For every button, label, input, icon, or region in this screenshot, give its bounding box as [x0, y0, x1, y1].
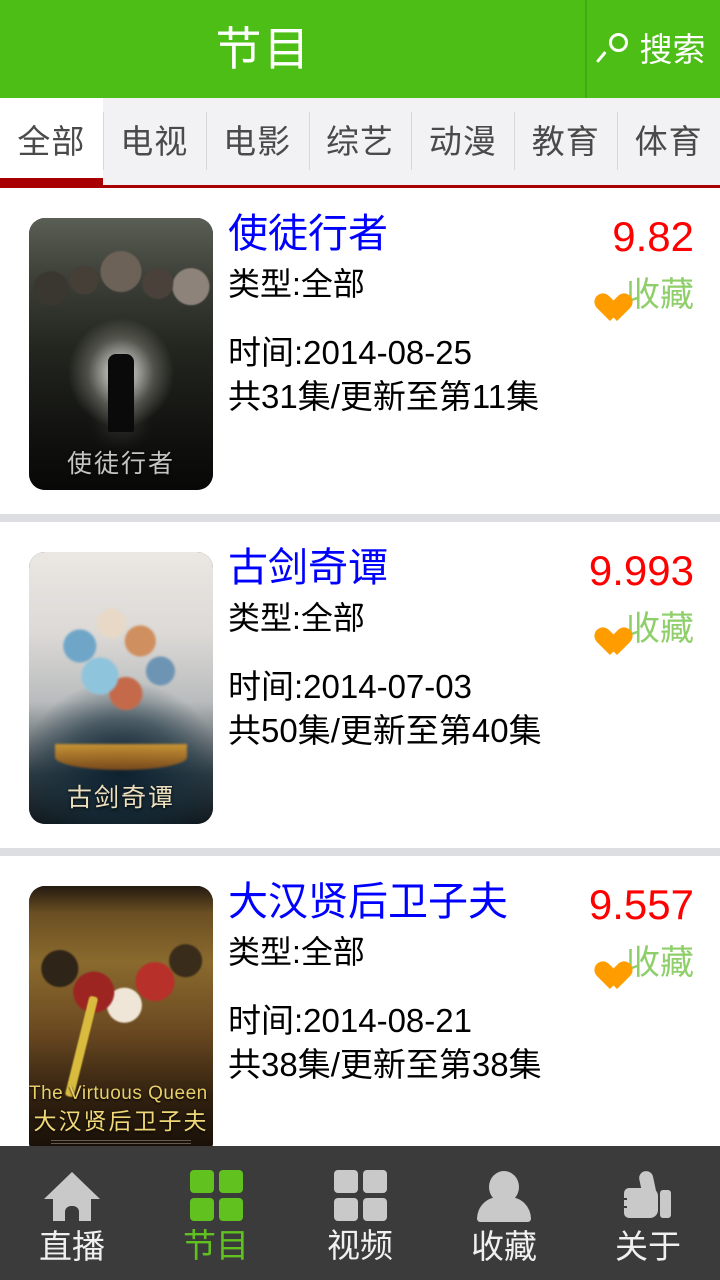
tab-education[interactable]: 教育 [514, 98, 617, 188]
nav-item-label: 直播 [39, 1230, 105, 1263]
grid-icon [190, 1170, 243, 1221]
favorite-button[interactable]: 收藏 [504, 278, 694, 312]
program-time: 时间:2014-07-03 [228, 666, 558, 708]
tab-label: 教育 [532, 125, 600, 158]
list-separator [0, 514, 720, 522]
program-meta: 9.993 收藏 [504, 550, 694, 646]
app-header: 节目 搜索 [0, 0, 720, 98]
program-rating: 9.993 [504, 550, 694, 592]
program-poster[interactable]: The Virtuous Queen of Han 大汉贤后卫子夫 [29, 886, 213, 1146]
program-poster[interactable]: 使徒行者 [29, 218, 213, 490]
tab-label: 动漫 [429, 125, 497, 158]
nav-item-video[interactable]: 视频 [288, 1146, 432, 1280]
header-title-zone: 节目 [0, 0, 585, 98]
list-separator [0, 848, 720, 856]
list-item[interactable]: 使徒行者 使徒行者 类型:全部 时间:2014-08-25 共31集/更新至第1… [0, 188, 720, 514]
tab-label: 电影 [223, 125, 291, 158]
program-time: 时间:2014-08-25 [228, 332, 558, 374]
heart-icon [588, 947, 622, 979]
favorite-label: 收藏 [626, 946, 694, 980]
favorite-button[interactable]: 收藏 [504, 946, 694, 980]
search-button[interactable]: 搜索 [585, 0, 720, 98]
nav-item-programs[interactable]: 节目 [144, 1146, 288, 1280]
list-item[interactable]: The Virtuous Queen of Han 大汉贤后卫子夫 大汉贤后卫子… [0, 856, 720, 1146]
tab-anime[interactable]: 动漫 [411, 98, 514, 188]
heart-icon [588, 279, 622, 311]
favorite-label: 收藏 [626, 278, 694, 312]
thumbs-up-icon [620, 1170, 676, 1222]
program-list[interactable]: 使徒行者 使徒行者 类型:全部 时间:2014-08-25 共31集/更新至第1… [0, 188, 720, 1146]
tab-movie[interactable]: 电影 [206, 98, 309, 188]
home-icon [44, 1170, 100, 1222]
nav-item-label: 视频 [327, 1229, 393, 1262]
program-meta: 9.82 收藏 [504, 216, 694, 312]
program-meta: 9.557 收藏 [504, 884, 694, 980]
list-item[interactable]: 古剑奇谭 古剑奇谭 类型:全部 时间:2014-07-03 共50集/更新至第4… [0, 522, 720, 848]
program-poster[interactable]: 古剑奇谭 [29, 552, 213, 824]
search-button-label: 搜索 [640, 33, 706, 66]
program-episodes: 共50集/更新至第40集 [228, 710, 558, 752]
tab-label: 体育 [635, 125, 703, 158]
tab-label: 综艺 [326, 125, 394, 158]
category-tab-bar: 全部 电视 电影 综艺 动漫 教育 体育 [0, 98, 720, 188]
app-screen: 节目 搜索 全部 电视 电影 综艺 动漫 教育 体育 [0, 0, 720, 1280]
poster-caption: 古剑奇谭 [29, 778, 213, 814]
program-episodes: 共38集/更新至第38集 [228, 1044, 558, 1086]
grid-icon [334, 1170, 387, 1221]
nav-item-label: 收藏 [471, 1230, 537, 1263]
heart-icon [588, 613, 622, 645]
tab-sports[interactable]: 体育 [617, 98, 720, 188]
person-icon [476, 1170, 532, 1222]
nav-item-label: 节目 [183, 1229, 249, 1262]
favorite-label: 收藏 [626, 612, 694, 646]
favorite-button[interactable]: 收藏 [504, 612, 694, 646]
tab-variety[interactable]: 综艺 [309, 98, 412, 188]
tab-all[interactable]: 全部 [0, 98, 103, 188]
tab-label: 全部 [17, 125, 85, 158]
poster-caption: 使徒行者 [29, 444, 213, 480]
program-rating: 9.557 [504, 884, 694, 926]
program-rating: 9.82 [504, 216, 694, 258]
nav-item-about[interactable]: 关于 [576, 1146, 720, 1280]
tab-label: 电视 [120, 125, 188, 158]
program-time: 时间:2014-08-21 [228, 1000, 558, 1042]
search-icon [602, 33, 634, 65]
poster-caption: 大汉贤后卫子夫 [29, 1102, 213, 1136]
page-title: 节目 [216, 26, 312, 72]
nav-item-favorites[interactable]: 收藏 [432, 1146, 576, 1280]
tab-tv[interactable]: 电视 [103, 98, 206, 188]
nav-item-live[interactable]: 直播 [0, 1146, 144, 1280]
nav-item-label: 关于 [615, 1230, 681, 1263]
program-episodes: 共31集/更新至第11集 [228, 376, 558, 418]
bottom-navigation-bar: 直播 节目 视频 收藏 关于 [0, 1146, 720, 1280]
